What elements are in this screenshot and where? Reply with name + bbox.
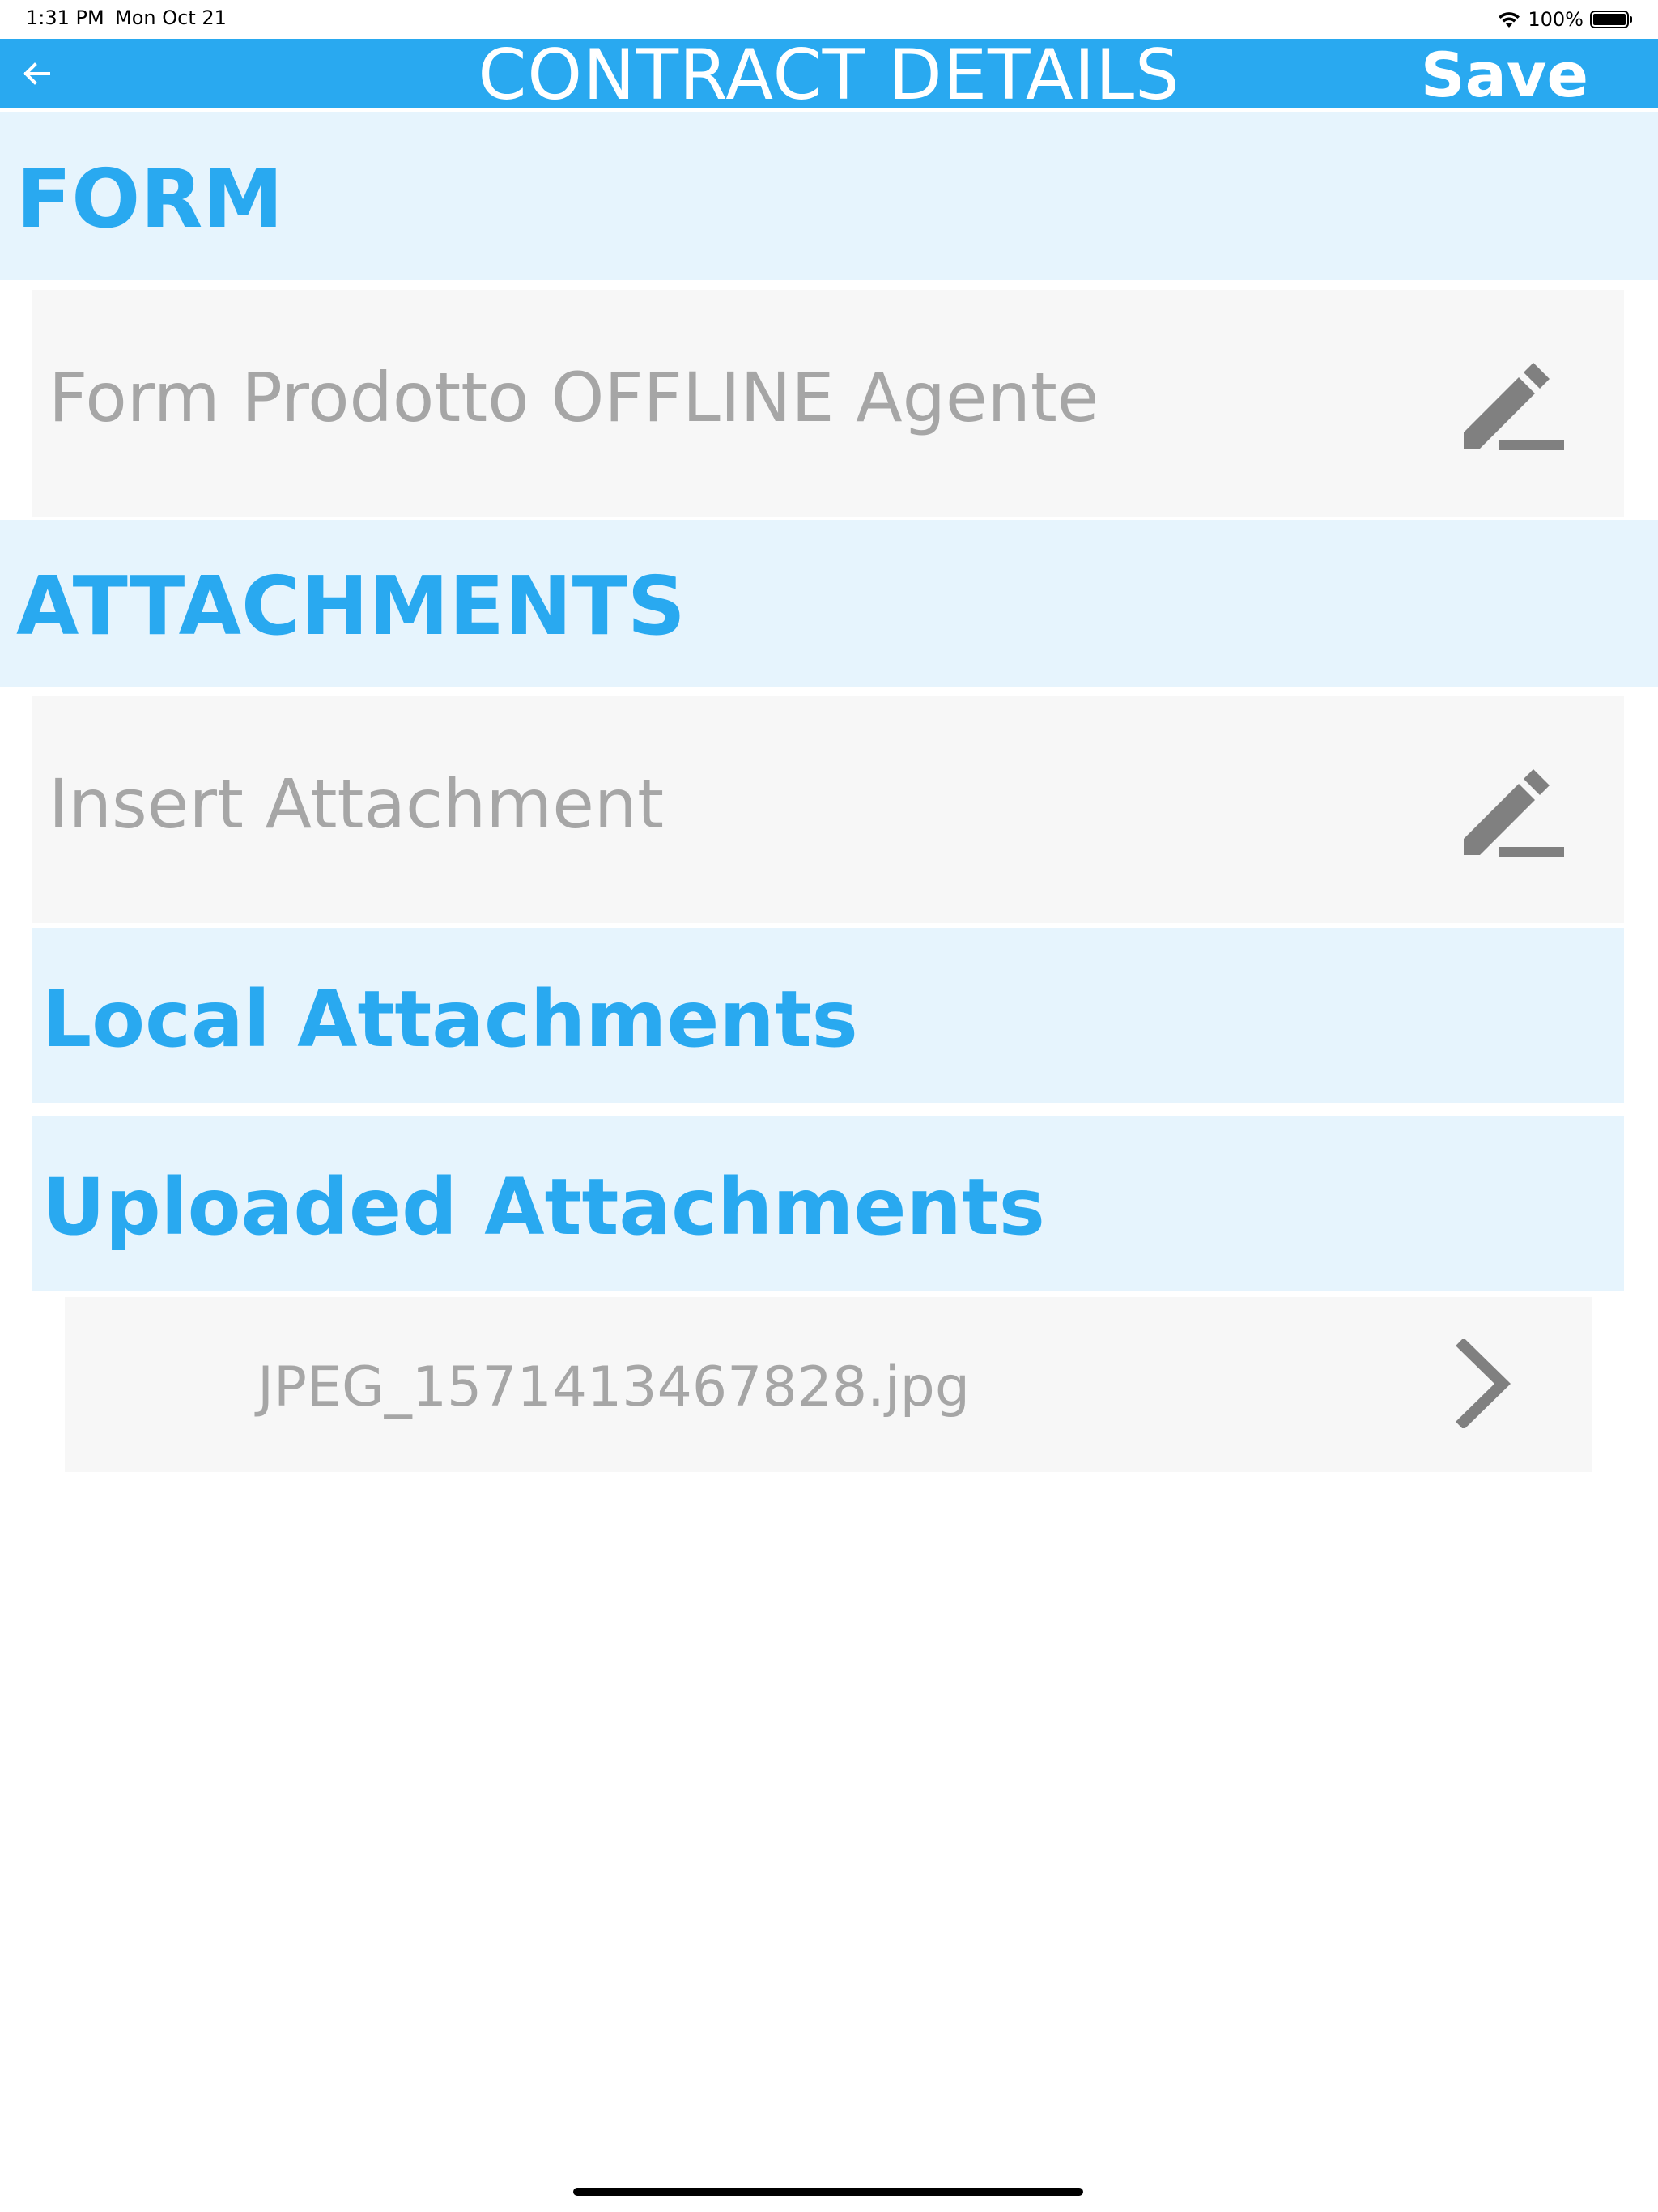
arrow-left-icon[interactable] bbox=[18, 55, 55, 92]
form-item-row[interactable]: Form Prodotto OFFLINE Agente bbox=[32, 290, 1624, 517]
save-button[interactable]: Save bbox=[1421, 39, 1588, 111]
uploaded-file-name: JPEG_1571413467828.jpg bbox=[257, 1355, 970, 1419]
section-header-form: FORM bbox=[0, 112, 1658, 280]
chevron-right-icon bbox=[1456, 1339, 1511, 1428]
pencil-icon[interactable] bbox=[1454, 345, 1567, 458]
uploaded-attachments-header: Uploaded Attachments bbox=[32, 1116, 1624, 1291]
insert-attachment-row[interactable]: Insert Attachment bbox=[32, 696, 1624, 923]
uploaded-file-row[interactable]: JPEG_1571413467828.jpg bbox=[65, 1297, 1592, 1472]
page-title: CONTRACT DETAILS bbox=[478, 35, 1180, 116]
form-item-label: Form Prodotto OFFLINE Agente bbox=[49, 358, 1099, 437]
home-indicator bbox=[573, 2188, 1083, 2196]
battery-percentage: 100% bbox=[1528, 8, 1584, 31]
battery-icon bbox=[1590, 11, 1632, 28]
local-attachments-header: Local Attachments bbox=[32, 928, 1624, 1103]
navigation-bar: CONTRACT DETAILS Save bbox=[0, 35, 1658, 116]
status-date: Mon Oct 21 bbox=[115, 6, 227, 29]
status-indicators: 100% bbox=[1497, 6, 1632, 32]
insert-attachment-label: Insert Attachment bbox=[49, 764, 665, 844]
wifi-icon bbox=[1499, 12, 1520, 28]
status-time: 1:31 PM bbox=[26, 6, 104, 29]
pencil-icon[interactable] bbox=[1454, 751, 1567, 865]
section-header-attachments: ATTACHMENTS bbox=[0, 520, 1658, 687]
status-bar: 1:31 PM Mon Oct 21 100% bbox=[0, 0, 1658, 39]
